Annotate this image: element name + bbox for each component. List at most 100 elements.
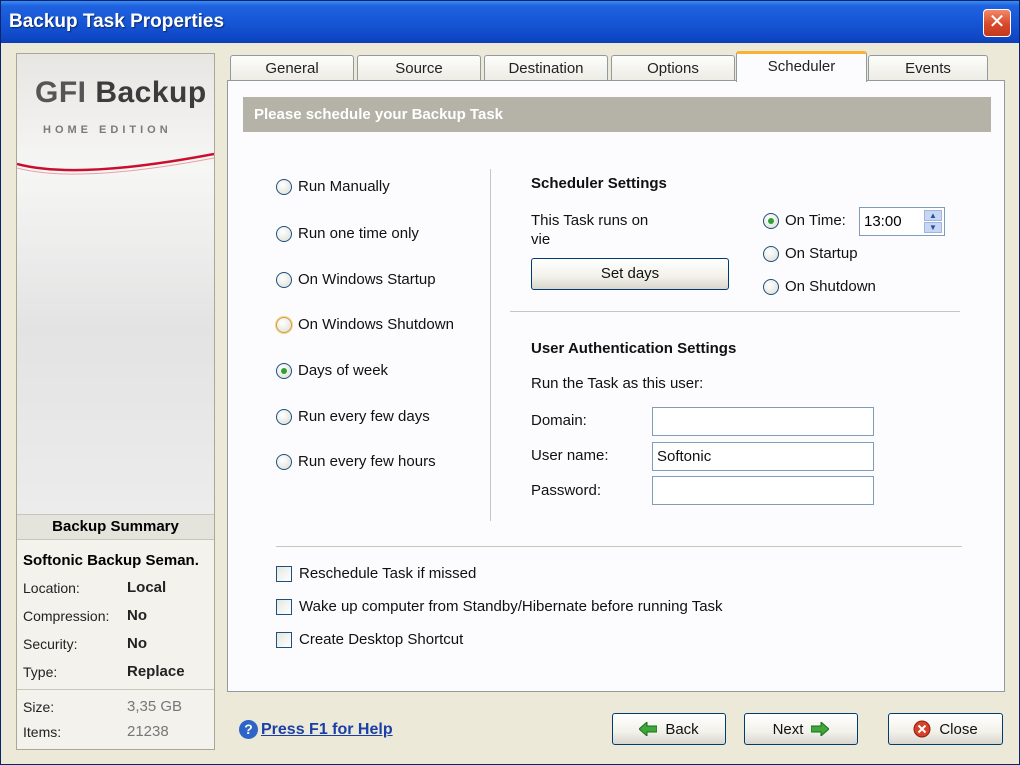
summary-value: No [127, 607, 147, 624]
next-arrow-icon [811, 722, 830, 736]
radio-circle-selected [276, 362, 292, 379]
logo-area: GFI Backup HOME EDITION [17, 54, 214, 514]
runs-on-text: This Task runs on [531, 212, 649, 229]
left-panel: GFI Backup HOME EDITION Backup Summary S… [16, 53, 215, 750]
radio-label: Days of week [298, 362, 389, 379]
radio-run-every-few-hours[interactable]: Run every few hours [276, 453, 436, 470]
radio-on-windows-startup[interactable]: On Windows Startup [276, 271, 436, 288]
help-icon: ? [239, 720, 258, 739]
help-link[interactable]: Press F1 for Help [261, 721, 393, 739]
summary-label: Compression: [23, 608, 110, 624]
radio-label: On Windows Startup [298, 271, 436, 288]
checkbox-box [276, 631, 292, 648]
summary-label: Security: [23, 636, 78, 652]
close-icon[interactable]: ✕ [983, 9, 1011, 37]
username-label: User name: [531, 447, 609, 464]
tab-source[interactable]: Source [357, 55, 481, 81]
domain-label: Domain: [531, 412, 587, 429]
help-link-area[interactable]: ? Press F1 for Help [239, 720, 393, 739]
radio-circle [763, 245, 779, 262]
radio-circle [276, 271, 292, 288]
radio-circle [276, 225, 292, 242]
next-button[interactable]: Next [744, 713, 858, 745]
spin-up-icon[interactable]: ▲ [924, 210, 942, 221]
back-arrow-icon [639, 722, 658, 736]
radio-circle [276, 453, 292, 470]
radio-run-one-time[interactable]: Run one time only [276, 225, 419, 242]
radio-label: On Startup [785, 245, 858, 262]
username-field[interactable]: Softonic [652, 442, 874, 471]
stat-label: Size: [23, 699, 55, 715]
logo-swoosh [17, 152, 214, 175]
checkbox-label: Reschedule Task if missed [299, 565, 477, 582]
radio-label: On Shutdown [785, 278, 876, 295]
checkbox-label: Wake up computer from Standby/Hibernate … [299, 598, 723, 615]
tab-options[interactable]: Options [611, 55, 735, 81]
gfi-backup-logo: GFI Backup [35, 76, 207, 109]
domain-field[interactable] [652, 407, 874, 436]
radio-circle [276, 316, 292, 333]
window-title: Backup Task Properties [9, 11, 225, 32]
section-divider [510, 311, 960, 312]
set-days-button[interactable]: Set days [531, 258, 729, 290]
radio-label: On Time: [785, 212, 846, 229]
radio-days-of-week[interactable]: Days of week [276, 362, 388, 379]
password-label: Password: [531, 482, 602, 499]
checkbox-desktop-shortcut[interactable]: Create Desktop Shortcut [276, 631, 463, 648]
radio-on-startup[interactable]: On Startup [763, 245, 858, 262]
radio-label: On Windows Shutdown [298, 316, 454, 333]
spin-down-icon[interactable]: ▼ [924, 222, 942, 233]
summary-value: Replace [127, 663, 185, 680]
checkbox-label: Create Desktop Shortcut [299, 631, 464, 648]
checkbox-reschedule[interactable]: Reschedule Task if missed [276, 565, 476, 582]
radio-run-manually[interactable]: Run Manually [276, 178, 390, 195]
tab-destination[interactable]: Destination [484, 55, 608, 81]
radio-circle [763, 278, 779, 295]
close-label: Close [939, 720, 978, 738]
title-bar[interactable]: Backup Task Properties ✕ [1, 1, 1019, 43]
tab-events[interactable]: Events [868, 55, 988, 81]
backup-summary-heading: Backup Summary [17, 514, 214, 540]
bottom-divider [276, 546, 962, 547]
summary-value: Local [127, 579, 167, 596]
runs-on-days: vie [531, 231, 551, 248]
stat-value: 21238 [127, 723, 169, 740]
panel-header: Please schedule your Backup Task [243, 97, 991, 132]
radio-on-time[interactable]: On Time: [763, 212, 846, 229]
summary-value: No [127, 635, 147, 652]
close-button[interactable]: Close [888, 713, 1003, 745]
radio-label: Run one time only [298, 225, 419, 242]
time-value: 13:00 [864, 213, 902, 230]
stat-value: 3,35 GB [127, 698, 183, 715]
radio-circle [276, 178, 292, 195]
radio-on-shutdown[interactable]: On Shutdown [763, 278, 876, 295]
summary-label: Location: [23, 580, 80, 596]
checkbox-box [276, 565, 292, 582]
logo-edition: HOME EDITION [43, 124, 172, 136]
summary-label: Type: [23, 664, 58, 680]
scheduler-settings-title: Scheduler Settings [531, 175, 667, 192]
vertical-divider [490, 169, 491, 521]
next-label: Next [772, 720, 804, 738]
summary-divider [17, 689, 214, 690]
radio-circle-selected [763, 212, 779, 229]
backup-name: Softonic Backup Seman. [23, 552, 199, 569]
radio-circle [276, 408, 292, 425]
tab-scheduler[interactable]: Scheduler [736, 51, 867, 82]
radio-run-every-few-days[interactable]: Run every few days [276, 408, 430, 425]
radio-on-windows-shutdown[interactable]: On Windows Shutdown [276, 316, 454, 333]
time-spinner[interactable]: 13:00 ▲ ▼ [859, 207, 945, 236]
password-field[interactable] [652, 476, 874, 505]
stat-label: Items: [23, 724, 62, 740]
auth-settings-title: User Authentication Settings [531, 340, 737, 357]
scheduler-panel: Please schedule your Backup Task Run Man… [227, 80, 1005, 692]
back-button[interactable]: Back [612, 713, 726, 745]
radio-label: Run every few hours [298, 453, 436, 470]
back-label: Back [665, 720, 699, 738]
auth-subtitle: Run the Task as this user: [531, 375, 704, 392]
dialog-window: Backup Task Properties ✕ GFI Backup HOME… [0, 0, 1020, 765]
tab-general[interactable]: General [230, 55, 354, 81]
checkbox-wake-up[interactable]: Wake up computer from Standby/Hibernate … [276, 598, 723, 615]
radio-label: Run every few days [298, 408, 430, 425]
radio-label: Run Manually [298, 178, 390, 195]
